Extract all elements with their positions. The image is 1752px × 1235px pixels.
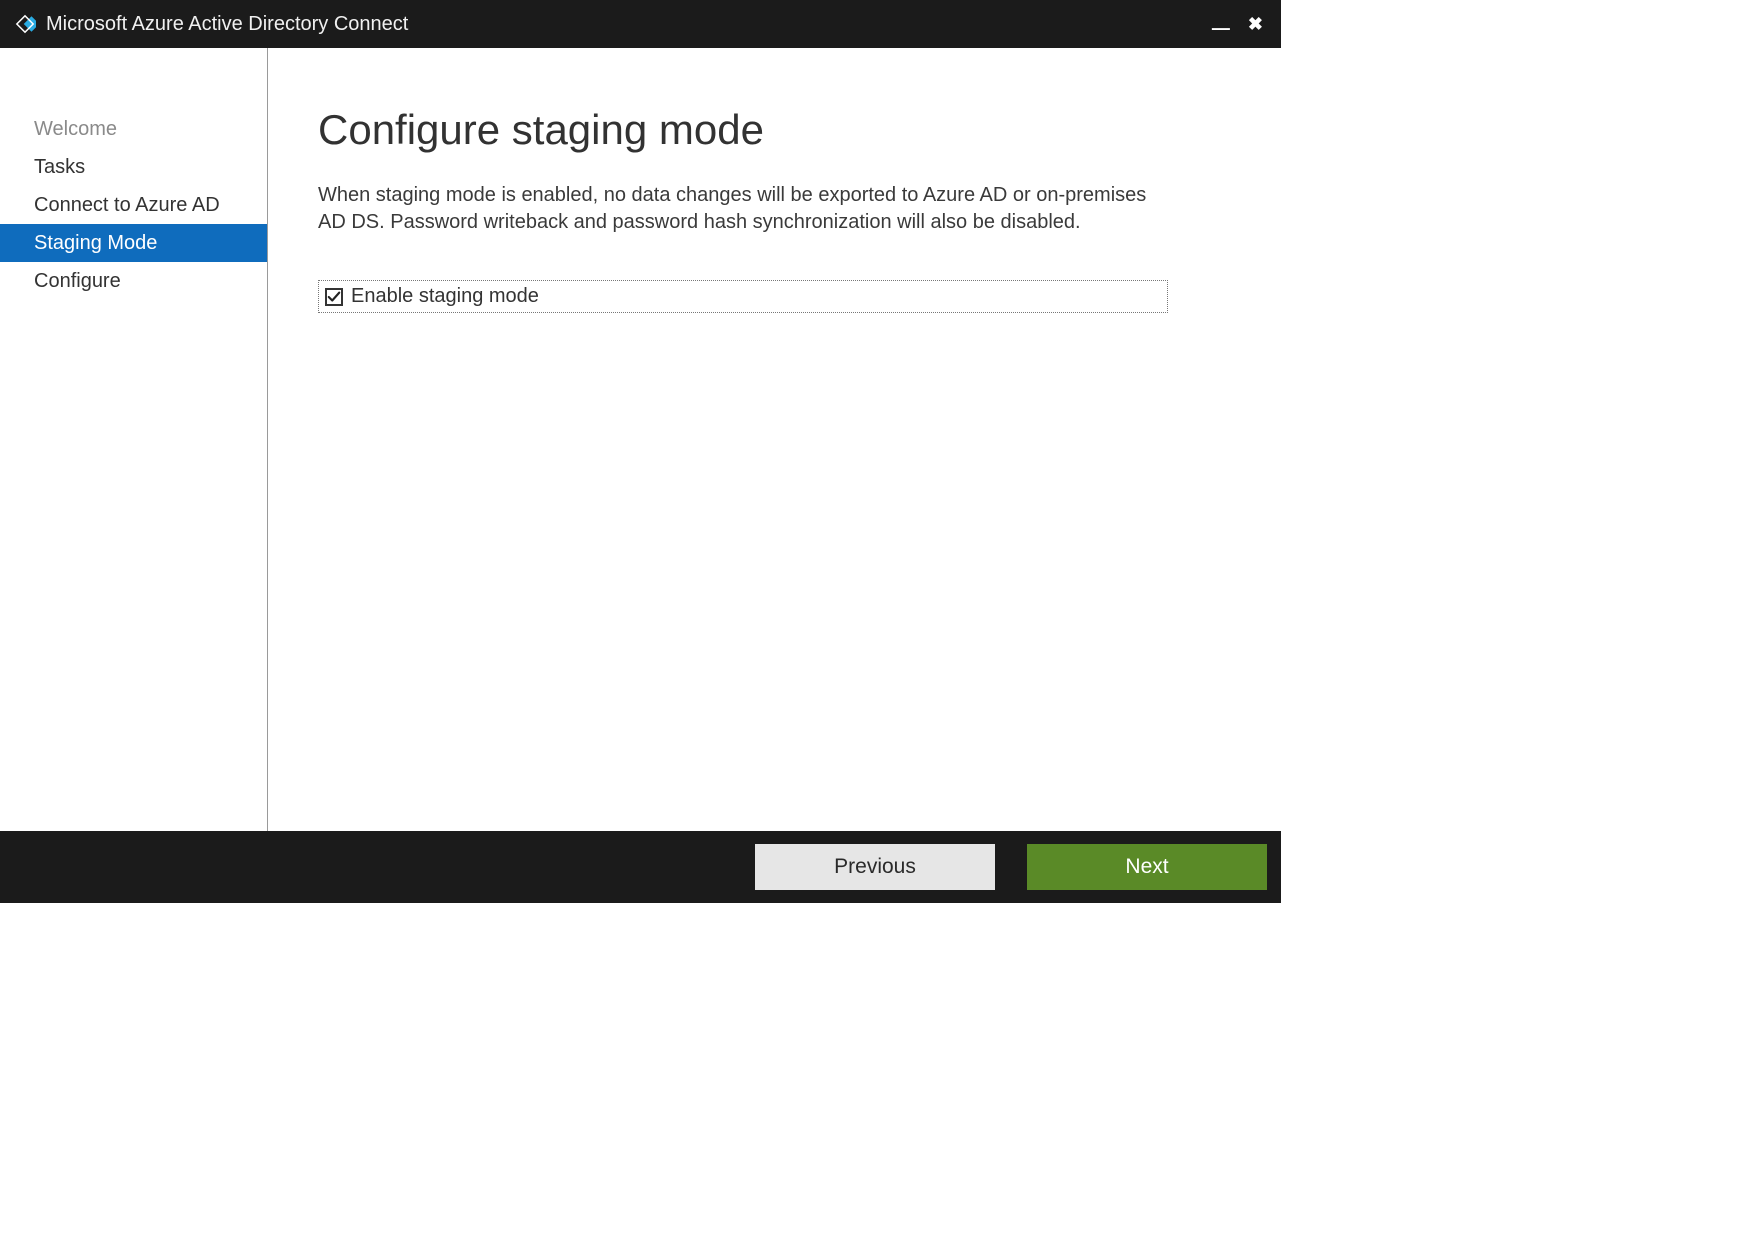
sidebar-item-welcome[interactable]: Welcome xyxy=(0,110,267,148)
checkbox-label: Enable staging mode xyxy=(351,285,539,308)
sidebar-item-staging-mode[interactable]: Staging Mode xyxy=(0,224,267,262)
previous-button[interactable]: Previous xyxy=(755,844,995,890)
footer: Previous Next xyxy=(0,831,1281,903)
page-description: When staging mode is enabled, no data ch… xyxy=(318,182,1158,236)
page-title: Configure staging mode xyxy=(318,106,1201,154)
azure-connect-icon xyxy=(14,13,36,35)
body-area: Welcome Tasks Connect to Azure AD Stagin… xyxy=(0,48,1281,831)
sidebar-item-tasks[interactable]: Tasks xyxy=(0,148,267,186)
close-icon[interactable]: ✖ xyxy=(1248,14,1263,35)
sidebar-item-connect-azure-ad[interactable]: Connect to Azure AD xyxy=(0,186,267,224)
checkbox-box xyxy=(325,288,343,306)
button-label: Next xyxy=(1125,855,1168,879)
main-content: Configure staging mode When staging mode… xyxy=(268,48,1281,831)
window-controls: — ✖ xyxy=(1212,14,1273,35)
sidebar-item-label: Tasks xyxy=(34,156,85,179)
sidebar-item-label: Connect to Azure AD xyxy=(34,194,220,217)
next-button[interactable]: Next xyxy=(1027,844,1267,890)
titlebar: Microsoft Azure Active Directory Connect… xyxy=(0,0,1281,48)
checkmark-icon xyxy=(327,290,341,304)
sidebar-item-configure[interactable]: Configure xyxy=(0,262,267,300)
enable-staging-mode-checkbox[interactable]: Enable staging mode xyxy=(318,280,1168,313)
sidebar-item-label: Welcome xyxy=(34,118,117,141)
app-title: Microsoft Azure Active Directory Connect xyxy=(46,13,1212,36)
button-label: Previous xyxy=(834,855,916,879)
minimize-icon[interactable]: — xyxy=(1212,18,1230,39)
sidebar-item-label: Configure xyxy=(34,270,121,293)
sidebar: Welcome Tasks Connect to Azure AD Stagin… xyxy=(0,48,268,831)
sidebar-item-label: Staging Mode xyxy=(34,232,157,255)
